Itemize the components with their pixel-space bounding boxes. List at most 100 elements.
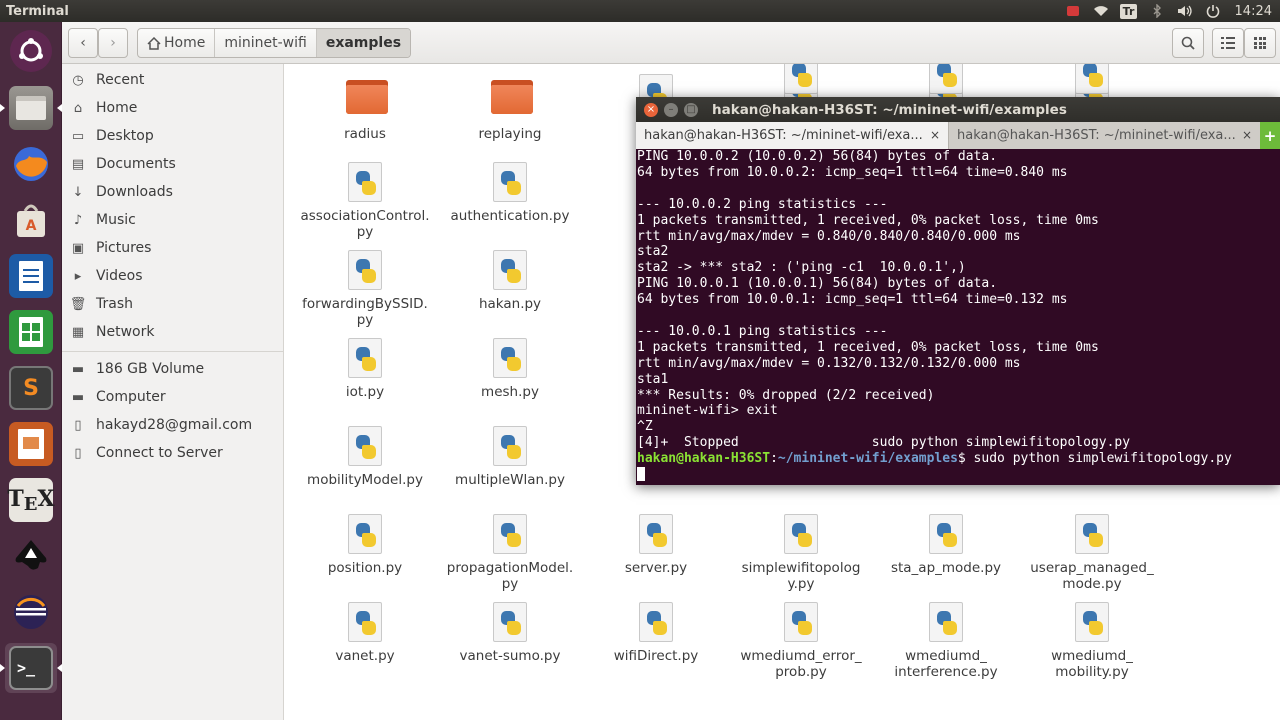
sidebar-divider	[62, 351, 284, 352]
sidebar-item-trash[interactable]: 🗑 Trash	[70, 291, 133, 317]
breadcrumb-home[interactable]: Home	[138, 29, 216, 57]
software-center-icon[interactable]: A	[5, 195, 57, 245]
sidebar-item-network[interactable]: ▦ Network	[70, 319, 155, 345]
clock[interactable]: 14:24	[1227, 4, 1280, 19]
file-item[interactable]: authentication.py	[440, 162, 580, 224]
breadcrumb-examples[interactable]: examples	[316, 29, 411, 57]
active-app-name: Terminal	[6, 3, 69, 19]
calc-icon[interactable]	[5, 307, 57, 357]
folder-icon	[346, 80, 388, 122]
new-tab-button[interactable]: +	[1260, 122, 1280, 149]
file-item[interactable]: associationControl. py	[295, 162, 435, 240]
tab-close-icon[interactable]: ×	[1242, 128, 1252, 142]
terminal-tab-1[interactable]: hakan@hakan-H36ST: ~/mininet-wifi/exa...…	[636, 122, 948, 149]
file-item[interactable]: vanet-sumo.py	[440, 602, 580, 664]
sidebar-item-connect-to-server[interactable]: ▯ Connect to Server	[70, 440, 222, 466]
terminal-lines: PING 10.0.0.2 (10.0.0.2) 56(84) bytes of…	[637, 149, 1280, 451]
file-item[interactable]: propagationModel. py	[440, 514, 580, 592]
python-file-icon	[1073, 514, 1111, 556]
python-file-icon	[637, 602, 675, 644]
texmaker-icon[interactable]: TEX	[5, 475, 57, 525]
sidebar-item-pictures[interactable]: ▣ Pictures	[70, 235, 152, 261]
file-item[interactable]	[1022, 64, 1162, 100]
text-cursor	[637, 467, 645, 482]
file-item[interactable]: mobilityModel.py	[295, 426, 435, 488]
sublime-text-icon[interactable]: S	[5, 363, 57, 413]
desktop-icon: ▭	[71, 128, 85, 144]
server-icon: ▯	[74, 445, 82, 461]
file-item[interactable]	[876, 64, 1016, 100]
keyboard-icon[interactable]: Tr	[1115, 0, 1143, 22]
file-item[interactable]: hakan.py	[440, 250, 580, 312]
close-button[interactable]: ×	[644, 102, 658, 117]
terminal-line: rtt min/avg/max/mdev = 0.840/0.840/0.840…	[637, 228, 1021, 244]
forward-button[interactable]: ›	[98, 28, 128, 58]
file-item[interactable]: wifiDirect.py	[586, 602, 726, 664]
files-icon[interactable]	[0, 83, 62, 133]
terminal-line: 1 packets transmitted, 1 received, 0% pa…	[637, 212, 1099, 228]
file-item[interactable]: forwardingBySSID. py	[295, 250, 435, 328]
sidebar-item-downloads[interactable]: ↓ Downloads	[70, 179, 173, 205]
sidebar-item-recent[interactable]: ◷ Recent	[70, 67, 144, 93]
terminal-line: 1 packets transmitted, 1 received, 0% pa…	[637, 339, 1099, 355]
python-file-icon	[491, 338, 529, 380]
terminal-output[interactable]: PING 10.0.0.2 (10.0.0.2) 56(84) bytes of…	[636, 149, 1280, 485]
file-item[interactable]: position.py	[295, 514, 435, 576]
back-button[interactable]: ‹	[68, 28, 98, 58]
record-icon[interactable]	[1059, 0, 1087, 22]
file-item[interactable]: server.py	[586, 514, 726, 576]
python-file-icon	[1073, 64, 1111, 96]
sidebar-item-volume[interactable]: ▬ 186 GB Volume	[70, 356, 204, 382]
menu-button[interactable]	[1244, 28, 1276, 58]
file-item[interactable]	[731, 64, 871, 100]
bluetooth-icon[interactable]	[1143, 0, 1171, 22]
file-item[interactable]: radius	[295, 74, 435, 142]
volume-icon[interactable]	[1171, 0, 1199, 22]
power-icon[interactable]	[1199, 0, 1227, 22]
file-item[interactable]: iot.py	[295, 338, 435, 400]
python-file-icon	[346, 602, 384, 644]
file-item[interactable]: simplewifitopolog y.py	[731, 514, 871, 592]
sidebar-item-home[interactable]: ⌂ Home	[70, 95, 137, 121]
file-item[interactable]: replaying	[440, 74, 580, 142]
eclipse-icon[interactable]	[5, 587, 57, 637]
tab-close-icon[interactable]: ×	[930, 128, 940, 142]
sidebar-item-desktop[interactable]: ▭ Desktop	[70, 123, 154, 149]
file-item[interactable]: userap_managed_ mode.py	[1022, 514, 1162, 592]
view-list-button[interactable]	[1212, 28, 1244, 58]
sidebar-item-documents[interactable]: ▤ Documents	[70, 151, 176, 177]
tab-label: hakan@hakan-H36ST: ~/mininet-wifi/exa...	[644, 128, 923, 143]
maximize-button[interactable]: □	[684, 102, 698, 117]
terminal-line: ^Z	[637, 419, 653, 435]
file-item[interactable]: wmediumd_error_ prob.py	[731, 602, 871, 680]
python-file-icon	[346, 162, 384, 204]
python-file-icon	[927, 64, 965, 96]
back-icon: ‹	[80, 35, 86, 51]
svg-text:A: A	[26, 218, 37, 234]
firefox-icon[interactable]	[5, 139, 57, 189]
writer-icon[interactable]	[5, 251, 57, 301]
file-item[interactable]: vanet.py	[295, 602, 435, 664]
terminal-tab-2[interactable]: hakan@hakan-H36ST: ~/mininet-wifi/exa...…	[948, 122, 1260, 149]
python-file-icon	[782, 64, 820, 96]
file-item[interactable]: sta_ap_mode.py	[876, 514, 1016, 576]
trash-icon: 🗑	[69, 296, 87, 312]
impress-icon[interactable]	[5, 419, 57, 469]
sidebar-item-google-account[interactable]: ▯ hakayd28@gmail.com	[70, 412, 252, 438]
minimize-button[interactable]: –	[664, 102, 678, 117]
sidebar-item-videos[interactable]: ▸ Videos	[70, 263, 143, 289]
inkscape-icon[interactable]	[5, 531, 57, 581]
file-item[interactable]: wmediumd_ interference.py	[876, 602, 1016, 680]
file-item[interactable]: wmediumd_ mobility.py	[1022, 602, 1162, 680]
wifi-icon[interactable]	[1087, 0, 1115, 22]
file-item[interactable]: multipleWlan.py	[440, 426, 580, 488]
file-item[interactable]: mesh.py	[440, 338, 580, 400]
sidebar-item-computer[interactable]: ▬ Computer	[70, 384, 166, 410]
breadcrumb-mininet-wifi[interactable]: mininet-wifi	[215, 29, 317, 57]
terminal-titlebar[interactable]: × – □ hakan@hakan-H36ST: ~/mininet-wifi/…	[636, 97, 1280, 122]
sidebar-item-music[interactable]: ♪ Music	[70, 207, 136, 233]
terminal-icon[interactable]: >_	[0, 643, 62, 693]
ubuntu-logo-icon[interactable]	[5, 26, 57, 76]
search-button[interactable]	[1172, 28, 1204, 58]
